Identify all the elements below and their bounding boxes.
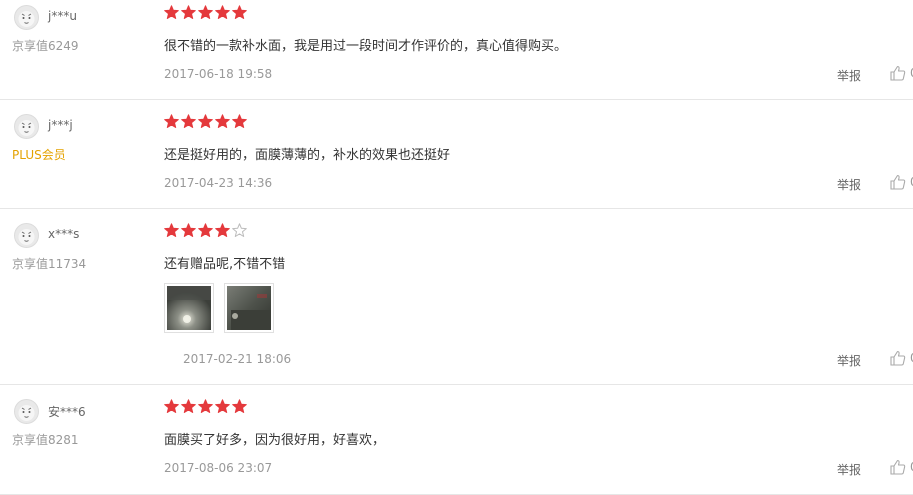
review-date: 2017-02-21 18:06 — [183, 352, 292, 366]
username[interactable]: j***j — [48, 118, 73, 132]
star-filled-icon — [215, 114, 230, 128]
report-link[interactable]: 举报 — [837, 352, 861, 369]
review-text: 很不错的一款补水面，我是用过一段时间才作评价的，真心值得购买。 — [164, 39, 568, 54]
star-filled-icon — [215, 223, 230, 237]
review-date: 2017-06-18 19:58 — [164, 67, 273, 81]
star-rating — [164, 223, 247, 239]
review-text: 还是挺好用的，面膜薄薄的，补水的效果也还挺好 — [164, 148, 451, 163]
like-button[interactable]: 0 — [889, 173, 913, 193]
user-level: 京享值6249 — [12, 39, 79, 53]
star-filled-icon — [215, 399, 230, 413]
star-filled-icon — [232, 399, 247, 413]
review-item: j***j PLUS会员 还是挺好用的，面膜薄薄的，补水的效果也还挺好 2017… — [0, 100, 913, 209]
username[interactable]: j***u — [48, 9, 77, 23]
avatar-face-icon — [14, 5, 39, 30]
avatar[interactable] — [14, 399, 39, 424]
star-rating — [164, 5, 247, 21]
star-empty-icon — [232, 223, 247, 237]
review-photo-1 — [167, 286, 211, 330]
star-filled-icon — [215, 5, 230, 19]
report-link[interactable]: 举报 — [837, 461, 861, 478]
review-date: 2017-08-06 23:07 — [164, 461, 273, 475]
avatar[interactable] — [14, 223, 39, 248]
like-button[interactable]: 0 — [889, 349, 913, 369]
star-filled-icon — [181, 223, 196, 237]
star-filled-icon — [164, 223, 179, 237]
like-button[interactable]: 0 — [889, 458, 913, 478]
star-filled-icon — [164, 5, 179, 19]
review-photo-2 — [227, 286, 271, 330]
review-item: j***u 京享值6249 很不错的一款补水面，我是用过一段时间才作评价的，真心… — [0, 0, 913, 100]
user-level: 京享值11734 — [12, 257, 87, 271]
review-photo-thumbnail[interactable] — [224, 283, 274, 333]
like-button[interactable]: 0 — [889, 64, 913, 84]
review-item: 安***6 京享值8281 面膜买了好多，因为很好用，好喜欢， 2017-08-… — [0, 385, 913, 495]
star-filled-icon — [164, 114, 179, 128]
review-text: 还有赠品呢,不错不错 — [164, 257, 286, 272]
star-filled-icon — [198, 114, 213, 128]
star-filled-icon — [232, 5, 247, 19]
review-date: 2017-04-23 14:36 — [164, 176, 273, 190]
user-level: 京享值8281 — [12, 433, 79, 447]
star-filled-icon — [181, 399, 196, 413]
star-filled-icon — [181, 5, 196, 19]
star-rating — [164, 114, 247, 130]
username[interactable]: x***s — [48, 227, 79, 241]
avatar-face-icon — [14, 114, 39, 139]
avatar[interactable] — [14, 114, 39, 139]
report-link[interactable]: 举报 — [837, 67, 861, 84]
avatar-face-icon — [14, 399, 39, 424]
star-filled-icon — [232, 114, 247, 128]
review-photos — [164, 283, 274, 333]
avatar-face-icon — [14, 223, 39, 248]
review-photo-thumbnail[interactable] — [164, 283, 214, 333]
username[interactable]: 安***6 — [48, 403, 86, 420]
plus-member-badge: PLUS会员 — [12, 148, 66, 162]
star-filled-icon — [198, 399, 213, 413]
review-text: 面膜买了好多，因为很好用，好喜欢， — [164, 433, 386, 448]
star-rating — [164, 399, 247, 415]
report-link[interactable]: 举报 — [837, 176, 861, 193]
star-filled-icon — [164, 399, 179, 413]
review-item: x***s 京享值11734 还有赠品呢,不错不错 2017-02-21 18:… — [0, 209, 913, 385]
star-filled-icon — [198, 5, 213, 19]
star-filled-icon — [198, 223, 213, 237]
avatar[interactable] — [14, 5, 39, 30]
star-filled-icon — [181, 114, 196, 128]
